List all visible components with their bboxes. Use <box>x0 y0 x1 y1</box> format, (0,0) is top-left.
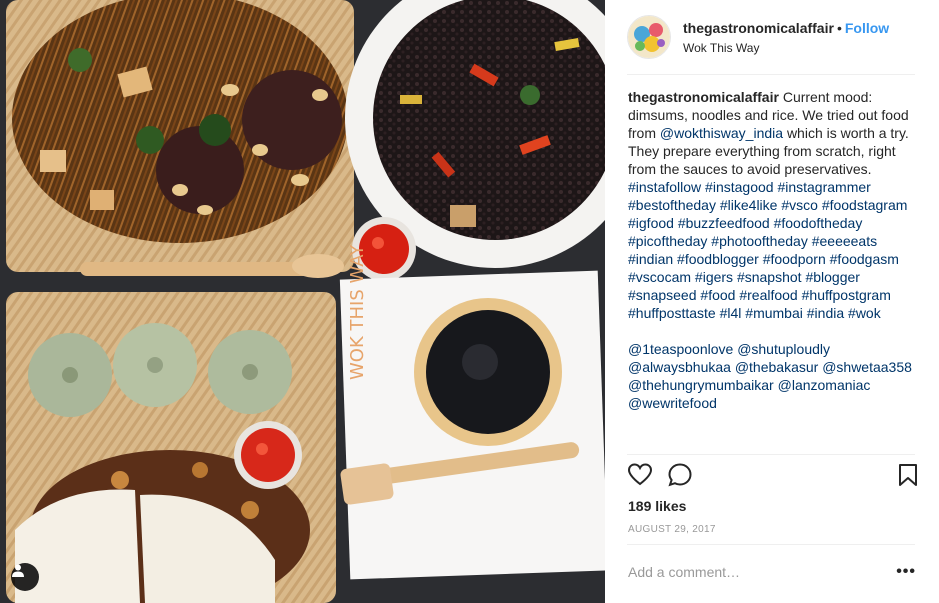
hashtag-link[interactable]: #picoftheday <box>628 233 707 249</box>
hashtag-link[interactable]: #foodblogger <box>677 251 759 267</box>
hashtag-link[interactable]: #snapseed <box>628 287 697 303</box>
mention-link[interactable]: @alwaysbhukaa <box>628 359 731 375</box>
hashtag-link[interactable]: #instafollow <box>628 179 701 195</box>
hashtag-link[interactable]: #foodstagram <box>822 197 908 213</box>
comment-row: ••• <box>628 561 918 583</box>
post-caption: thegastronomicalaffair Current mood: dim… <box>628 88 918 412</box>
mention-link[interactable]: @thehungrymumbaikar <box>628 377 774 393</box>
caption-username-link[interactable]: thegastronomicalaffair <box>628 89 779 105</box>
post-actions <box>627 462 917 492</box>
hashtag-link[interactable]: #mumbai <box>745 305 803 321</box>
location-link[interactable]: Wok This Way <box>683 41 889 55</box>
bookmark-icon <box>899 464 917 486</box>
mention-link[interactable]: @1teaspoonlove <box>628 341 733 357</box>
hashtag-link[interactable]: #igfood <box>628 215 674 231</box>
hashtag-link[interactable]: #instagood <box>705 179 774 195</box>
hashtag-link[interactable]: #foodoftheday <box>774 215 863 231</box>
more-options-icon[interactable]: ••• <box>896 563 916 581</box>
hashtag-link[interactable]: #vscocam <box>628 269 691 285</box>
hashtag-link[interactable]: #vsco <box>781 197 818 213</box>
header-line: thegastronomicalaffair • Follow <box>683 19 889 37</box>
mention-link[interactable]: @lanzomaniac <box>778 377 871 393</box>
hashtag-link[interactable]: #indian <box>628 251 673 267</box>
username-link[interactable]: thegastronomicalaffair <box>683 20 834 36</box>
avatar-image <box>628 16 670 58</box>
hashtag-link[interactable]: #instagrammer <box>777 179 870 195</box>
hashtag-link[interactable]: #eeeeeats <box>812 233 877 249</box>
mention-link[interactable]: @shwetaa358 <box>822 359 912 375</box>
hashtag-list: #instafollow #instagood #instagrammer #b… <box>628 179 907 321</box>
hashtag-link[interactable]: #photooftheday <box>711 233 808 249</box>
comment-input[interactable] <box>628 561 878 583</box>
hashtag-link[interactable]: #igers <box>695 269 733 285</box>
caption-divider <box>627 454 915 455</box>
likes-count[interactable]: 189 likes <box>628 498 686 514</box>
hashtag-link[interactable]: #huffpostgram <box>802 287 891 303</box>
heart-icon <box>627 463 653 486</box>
hashtag-link[interactable]: #buzzfeedfood <box>678 215 770 231</box>
post-photo[interactable]: WOK THIS WAY <box>0 0 605 603</box>
hashtag-link[interactable]: #india <box>807 305 844 321</box>
caption-mention-link[interactable]: @wokthisway_india <box>660 125 783 141</box>
hashtag-link[interactable]: #wok <box>848 305 881 321</box>
header-text: thegastronomicalaffair • Follow Wok This W… <box>683 19 889 55</box>
like-button[interactable] <box>627 462 653 493</box>
follow-button[interactable]: Follow <box>845 20 889 36</box>
hashtag-link[interactable]: #like4like <box>720 197 778 213</box>
mention-link[interactable]: @thebakasur <box>735 359 818 375</box>
post-header: thegastronomicalaffair • Follow Wok This W… <box>627 14 915 60</box>
hashtag-link[interactable]: #realfood <box>739 287 797 303</box>
hashtag-link[interactable]: #foodporn <box>763 251 826 267</box>
save-button[interactable] <box>897 462 919 493</box>
post-date[interactable]: AUGUST 29, 2017 <box>628 524 716 535</box>
hashtag-link[interactable]: #foodgasm <box>830 251 899 267</box>
hashtag-link[interactable]: #l4l <box>720 305 742 321</box>
user-tag-button[interactable] <box>11 563 39 591</box>
hashtag-link[interactable]: #snapshot <box>737 269 802 285</box>
mention-link[interactable]: @wewritefood <box>628 395 717 411</box>
hashtag-link[interactable]: #huffposttaste <box>628 305 716 321</box>
hashtag-link[interactable]: #bestoftheday <box>628 197 716 213</box>
mention-list: @1teaspoonlove @shutuploudly @alwaysbhuk… <box>628 340 918 412</box>
separator-dot: • <box>836 20 842 36</box>
svg-text:WOK THIS WAY: WOK THIS WAY <box>347 244 368 380</box>
hashtag-link[interactable]: #blogger <box>805 269 860 285</box>
user-tag-icon <box>12 564 24 577</box>
mention-link[interactable]: @shutuploudly <box>737 341 830 357</box>
comment-button[interactable] <box>667 462 693 493</box>
avatar[interactable] <box>627 15 671 59</box>
comment-icon <box>668 463 692 487</box>
comment-divider <box>627 544 915 545</box>
header-divider <box>627 74 915 75</box>
post-side-panel: thegastronomicalaffair • Follow Wok This W… <box>605 0 939 603</box>
food-photo-image: WOK THIS WAY <box>0 0 605 603</box>
hashtag-link[interactable]: #food <box>700 287 735 303</box>
